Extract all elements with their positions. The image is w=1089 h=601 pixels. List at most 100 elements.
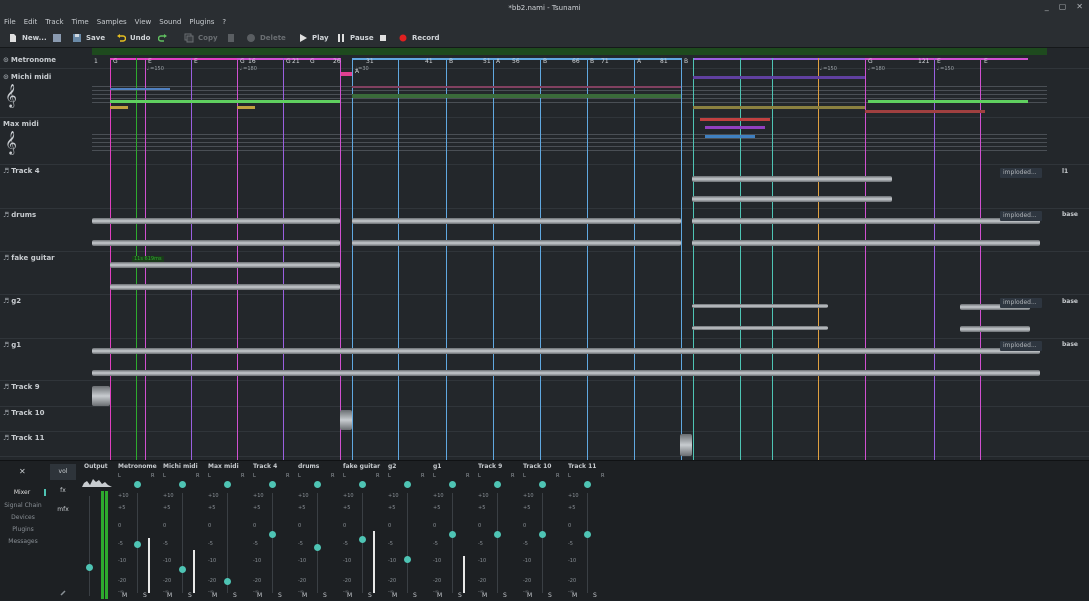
mute-button[interactable]: M	[302, 592, 307, 599]
track-header-max-midi[interactable]: Max midi	[0, 120, 92, 128]
copy-button[interactable]: Copy	[184, 31, 218, 45]
marker-line[interactable]	[865, 58, 866, 460]
audio-clip[interactable]	[92, 218, 340, 224]
solo-button[interactable]: S	[278, 592, 282, 599]
marker-line[interactable]	[772, 58, 773, 460]
mute-button[interactable]: M	[437, 592, 442, 599]
audio-clip[interactable]	[340, 410, 352, 430]
marker-line[interactable]	[634, 58, 635, 460]
solo-button[interactable]: S	[368, 592, 372, 599]
menu-plugins[interactable]: Plugins	[189, 18, 214, 26]
midi-note[interactable]	[237, 100, 340, 103]
save-button[interactable]: Save	[72, 31, 105, 45]
midi-note[interactable]	[700, 118, 770, 121]
nav-devices[interactable]: Devices	[0, 514, 46, 521]
solo-button[interactable]: S	[503, 592, 507, 599]
time-ruler[interactable]	[92, 48, 1047, 55]
volume-fader[interactable]	[584, 531, 591, 538]
volume-fader[interactable]	[269, 531, 276, 538]
volume-fader[interactable]	[134, 541, 141, 548]
track-header-fake-guitar[interactable]: ♬ fake guitar	[0, 254, 92, 262]
pan-knob[interactable]	[179, 481, 186, 488]
audio-clip[interactable]	[680, 434, 692, 456]
audio-clip[interactable]	[110, 284, 340, 290]
nav-signal-chain[interactable]: Signal Chain	[0, 502, 46, 509]
marker-line[interactable]	[818, 58, 819, 460]
solo-button[interactable]: S	[233, 592, 237, 599]
pan-knob[interactable]	[404, 481, 411, 488]
maximize-button[interactable]: ▢	[1059, 2, 1067, 11]
midi-note[interactable]	[237, 106, 255, 109]
mute-button[interactable]: M	[257, 592, 262, 599]
solo-button[interactable]: S	[593, 592, 597, 599]
solo-button[interactable]: S	[413, 592, 417, 599]
audio-clip[interactable]	[692, 304, 828, 308]
tab-fx[interactable]: fx	[50, 483, 76, 499]
record-button[interactable]: Record	[398, 31, 440, 45]
volume-fader[interactable]	[494, 531, 501, 538]
minimize-button[interactable]: _	[1045, 2, 1049, 11]
mute-button[interactable]: M	[572, 592, 577, 599]
delete-button[interactable]: Delete	[246, 31, 286, 45]
pan-knob[interactable]	[134, 481, 141, 488]
volume-fader[interactable]	[359, 536, 366, 543]
marker-line[interactable]	[446, 58, 447, 460]
solo-button[interactable]: S	[143, 592, 147, 599]
midi-note[interactable]	[693, 76, 865, 79]
pan-knob[interactable]	[314, 481, 321, 488]
solo-button[interactable]: S	[323, 592, 327, 599]
mute-button[interactable]: M	[482, 592, 487, 599]
track-header-michi-midi[interactable]: ⊙ Michi midi	[0, 73, 92, 81]
midi-note[interactable]	[865, 110, 985, 113]
paste-button[interactable]	[226, 31, 236, 45]
undo-button[interactable]: Undo	[116, 31, 151, 45]
audio-clip[interactable]	[692, 240, 1040, 246]
pan-knob[interactable]	[584, 481, 591, 488]
volume-fader[interactable]	[404, 556, 411, 563]
marker-line[interactable]	[340, 58, 341, 460]
midi-note[interactable]	[705, 135, 755, 138]
marker-line[interactable]	[587, 58, 588, 460]
solo-button[interactable]: S	[458, 592, 462, 599]
audio-clip[interactable]	[692, 176, 892, 182]
mute-button[interactable]: M	[527, 592, 532, 599]
pan-knob[interactable]	[359, 481, 366, 488]
menu-edit[interactable]: Edit	[24, 18, 38, 26]
track-header-g1[interactable]: ♬ g1	[0, 341, 92, 349]
audio-clip[interactable]	[92, 240, 340, 246]
audio-clip[interactable]	[692, 218, 1040, 224]
midi-note[interactable]	[868, 100, 1028, 103]
midi-note[interactable]	[693, 106, 865, 109]
save-as-button[interactable]	[52, 31, 62, 45]
audio-clip[interactable]	[692, 326, 828, 330]
track-header-metronome[interactable]: ⊙ Metronome	[0, 56, 92, 64]
marker-line[interactable]	[237, 58, 238, 460]
volume-fader[interactable]	[314, 544, 321, 551]
midi-note[interactable]	[705, 126, 765, 129]
menu-file[interactable]: File	[4, 18, 16, 26]
marker-line[interactable]	[540, 58, 541, 460]
mute-button[interactable]: M	[122, 592, 127, 599]
menu-track[interactable]: Track	[45, 18, 63, 26]
close-button[interactable]: ✕	[1076, 2, 1083, 11]
marker-line[interactable]	[283, 58, 284, 460]
audio-clip[interactable]	[352, 218, 681, 224]
imploded-tag[interactable]: imploded...	[1000, 298, 1042, 308]
audio-clip[interactable]	[960, 326, 1030, 332]
marker-line[interactable]	[110, 58, 111, 460]
marker-line[interactable]	[191, 58, 192, 460]
close-panel-button[interactable]: ✕	[19, 467, 26, 476]
menu-view[interactable]: View	[135, 18, 152, 26]
imploded-tag[interactable]: imploded...	[1000, 341, 1042, 351]
midi-note[interactable]	[352, 94, 681, 98]
menu-help[interactable]: ?	[222, 18, 226, 26]
imploded-tag[interactable]: imploded...	[1000, 211, 1042, 221]
pan-knob[interactable]	[449, 481, 456, 488]
marker-line[interactable]	[352, 58, 353, 460]
menu-sound[interactable]: Sound	[159, 18, 181, 26]
track-header-track-9[interactable]: ♬ Track 9	[0, 383, 92, 391]
redo-button[interactable]	[158, 31, 168, 45]
audio-clip[interactable]	[110, 262, 340, 268]
nav-plugins[interactable]: Plugins	[0, 526, 46, 533]
menu-samples[interactable]: Samples	[97, 18, 127, 26]
